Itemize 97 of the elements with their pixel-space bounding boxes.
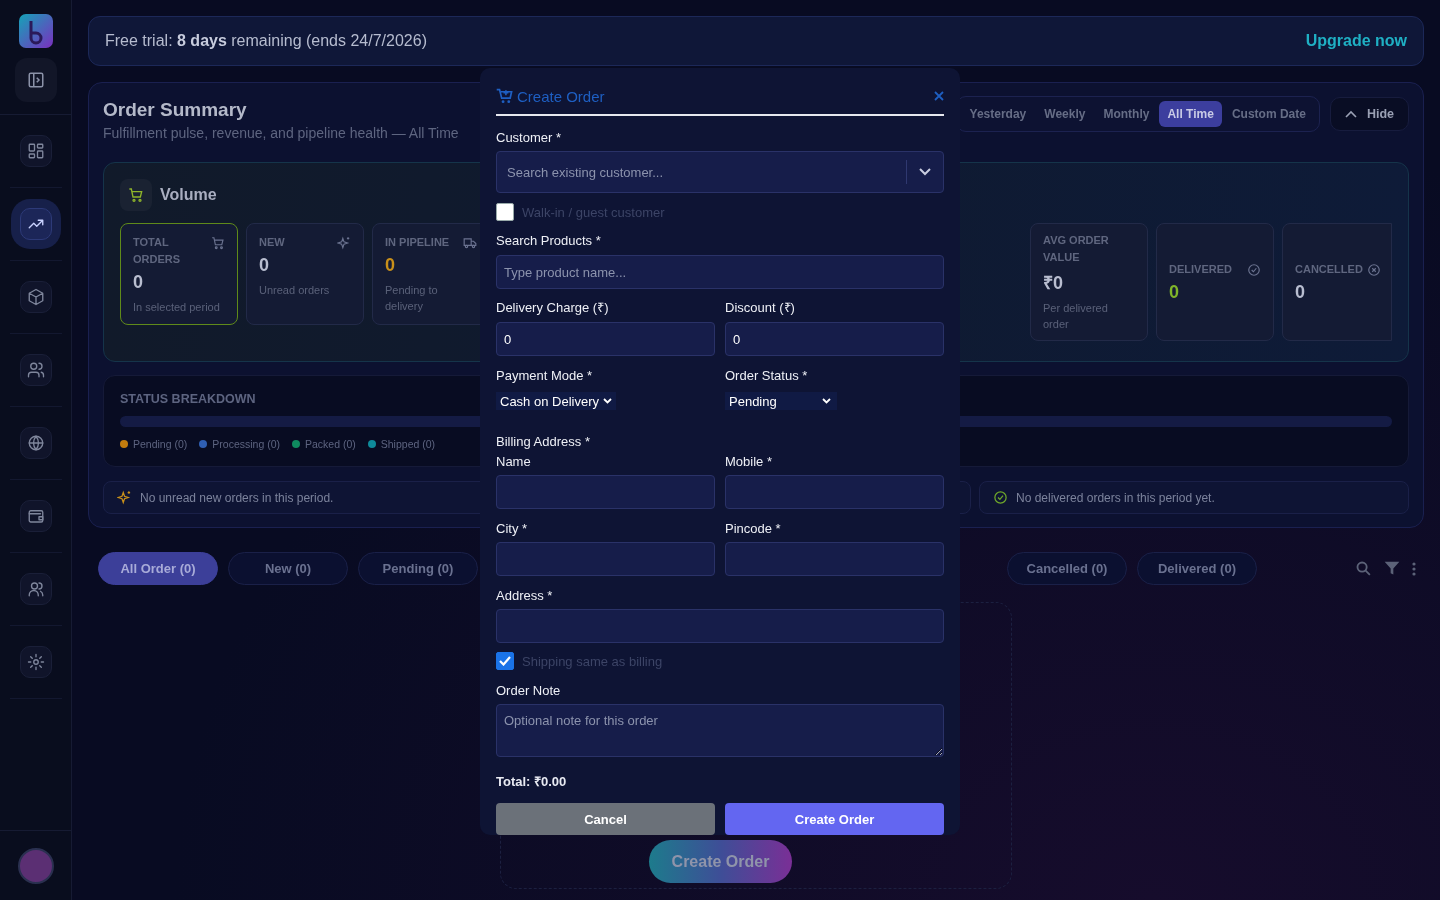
cart-icon (120, 179, 152, 211)
upgrade-link[interactable]: Upgrade now (1305, 32, 1407, 50)
check-circle-icon (993, 490, 1008, 505)
summary-subtitle: Fulfillment pulse, revenue, and pipeline health — All Time (103, 125, 459, 141)
period-tab[interactable]: Monthly (1095, 101, 1158, 127)
status-breakdown-title: STATUS BREAKDOWN (120, 392, 256, 406)
metric-value: 0 (259, 255, 270, 276)
sparkle-icon (117, 490, 132, 505)
metric-label: AVG ORDER VALUE (1043, 233, 1110, 265)
truck-icon (463, 236, 477, 250)
field-label: Customer * (496, 130, 563, 146)
chevron-up-icon (1344, 110, 1357, 118)
alert-text: No delivered orders in this period yet. (1016, 490, 1215, 505)
checkbox[interactable] (496, 652, 514, 670)
metric-value: 0 (385, 255, 396, 276)
summary-title: Order Summary (103, 99, 248, 121)
name-field[interactable] (496, 475, 715, 509)
order-total: Total: ₹0.00 (496, 774, 568, 790)
cart-plus-icon (496, 88, 513, 104)
mobile-field[interactable] (725, 475, 944, 509)
metric-value: 0 (133, 272, 144, 293)
metric-label: NEW (259, 235, 285, 250)
metric-caption: Pending to delivery (385, 283, 439, 314)
metric-caption: Unread orders (259, 283, 331, 298)
payment-mode-select[interactable]: Cash on Delivery (496, 392, 616, 410)
field-label: Delivery Charge (₹) (496, 300, 609, 316)
field-label: Search Products * (496, 233, 602, 249)
status-legend-label: Processing (0) (212, 438, 280, 450)
chevron-down-icon (822, 398, 831, 404)
nav-globe-icon[interactable] (19, 427, 52, 459)
nav-gear-icon[interactable] (19, 646, 52, 678)
close-icon[interactable] (934, 91, 944, 101)
nav-wallet-icon[interactable] (19, 500, 52, 532)
metric-value: 0 (1295, 282, 1306, 303)
field-label: Mobile * (725, 454, 772, 470)
check-circle-icon (1247, 263, 1261, 277)
nav-grid-icon[interactable] (19, 135, 52, 167)
nav-user-group-icon[interactable] (19, 573, 52, 605)
order-filter-tab[interactable]: Cancelled (0) (1007, 552, 1127, 585)
dialog-title: Create Order (517, 87, 605, 105)
field-label: Order Note (496, 683, 562, 699)
field-label: Address * (496, 588, 554, 604)
alert-text: No unread new orders in this period. (140, 490, 334, 505)
city-field[interactable] (496, 542, 715, 576)
customer-search-field[interactable]: Search existing customer... (496, 151, 944, 193)
cancel-button[interactable]: Cancel (496, 803, 715, 835)
status-legend-label: Pending (0) (133, 438, 188, 450)
metric-label: CANCELLED (1295, 262, 1363, 277)
product-search-field[interactable]: Type product name... (496, 255, 944, 289)
delivery-charge-field[interactable]: 0 (496, 322, 715, 356)
field-label: Name (496, 454, 531, 470)
order-note-field[interactable]: Optional note for this order (496, 704, 944, 757)
period-tab[interactable]: All Time (1159, 101, 1222, 127)
more-icon[interactable] (1412, 561, 1416, 576)
checkbox[interactable] (496, 203, 514, 221)
period-tab[interactable]: Weekly (1036, 101, 1094, 127)
field-label: City * (496, 521, 528, 537)
period-tab[interactable]: Custom Date (1223, 101, 1314, 127)
pincode-field[interactable] (725, 542, 944, 576)
chevron-down-icon (603, 398, 612, 404)
hide-button[interactable]: Hide (1329, 97, 1409, 131)
search-icon[interactable] (1355, 560, 1372, 577)
metric-label: TOTAL ORDERS (133, 235, 182, 267)
field-label: Order Status * (725, 368, 808, 384)
app-logo (18, 14, 53, 48)
nav-cube-icon[interactable] (19, 281, 52, 313)
order-filter-tab[interactable]: Pending (0) (358, 552, 478, 585)
metric-value: 0 (1169, 282, 1180, 303)
x-circle-icon (1366, 263, 1381, 277)
metric-value: ₹0 (1043, 272, 1064, 294)
status-legend-label: Packed (0) (305, 438, 356, 450)
status-legend-label: Shipped (0) (380, 438, 436, 450)
order-filter-tab[interactable]: All Order (0) (98, 552, 218, 585)
order-filter-tab[interactable]: New (0) (228, 552, 348, 585)
field-label: Discount (₹) (725, 300, 795, 316)
metric-label: DELIVERED (1169, 262, 1232, 277)
section-title: Billing Address * (496, 434, 591, 450)
trial-message: Free trial: 8 days remaining (ends 24/7/2026) (105, 32, 427, 50)
sparkle-icon (337, 236, 351, 250)
metric-caption: In selected period (133, 300, 221, 315)
address-field[interactable] (496, 609, 944, 643)
volume-title: Volume (160, 186, 217, 204)
field-label: Payment Mode * (496, 368, 593, 384)
period-tab[interactable]: Yesterday (961, 101, 1035, 127)
order-status-select[interactable]: Pending (725, 392, 837, 410)
sidebar-toggle-icon[interactable] (14, 58, 57, 102)
nav-users-icon[interactable] (19, 354, 52, 386)
create-order-button[interactable]: Create Order (649, 840, 792, 883)
field-label: Pincode * (725, 521, 781, 537)
metric-label: IN PIPELINE (385, 235, 450, 250)
filter-icon[interactable] (1384, 561, 1400, 576)
cart-icon (211, 236, 225, 250)
create-order-button[interactable]: Create Order (725, 803, 944, 835)
chevron-down-icon[interactable] (919, 168, 931, 176)
discount-field[interactable]: 0 (725, 322, 944, 356)
order-filter-tab[interactable]: Delivered (0) (1137, 552, 1257, 585)
metric-caption: Per delivered order (1043, 301, 1109, 332)
